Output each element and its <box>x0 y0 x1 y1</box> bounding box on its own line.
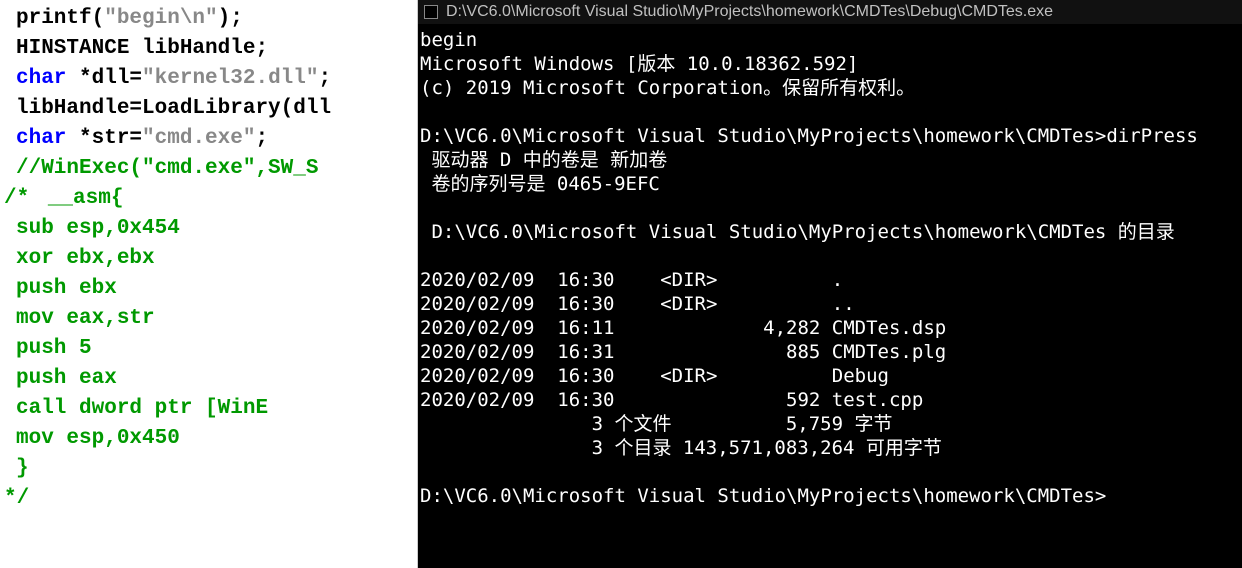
code-line[interactable]: libHandle=LoadLibrary(dll <box>16 94 417 124</box>
code-text: libHandle=LoadLibrary(dll <box>16 97 331 120</box>
code-line[interactable]: mov esp,0x450 <box>16 424 417 454</box>
code-line[interactable]: push ebx <box>16 274 417 304</box>
code-line[interactable]: call dword ptr [WinE <box>16 394 417 424</box>
code-line[interactable]: push eax <box>16 364 417 394</box>
code-text: printf( <box>16 7 104 30</box>
code-line[interactable]: char *dll="kernel32.dll"; <box>16 64 417 94</box>
code-text: ; <box>255 127 268 150</box>
comment-text: sub esp,0x454 <box>16 217 180 240</box>
comment-text: call dword ptr [WinE <box>16 397 268 420</box>
comment-marker: /* <box>4 184 29 214</box>
console-window: D:\VC6.0\Microsoft Visual Studio\MyProje… <box>418 0 1242 568</box>
comment-text: } <box>16 457 29 480</box>
comment-text: xor ebx,ebx <box>16 247 155 270</box>
code-line[interactable]: printf("begin\n"); <box>16 4 417 34</box>
comment-marker: */ <box>4 484 29 514</box>
code-line[interactable]: */ <box>16 484 417 514</box>
comment-text: push 5 <box>16 337 92 360</box>
code-line[interactable]: char *str="cmd.exe"; <box>16 124 417 154</box>
comment-text: push eax <box>16 367 117 390</box>
code-text: *dll= <box>66 67 142 90</box>
code-line[interactable]: mov eax,str <box>16 304 417 334</box>
code-line[interactable]: sub esp,0x454 <box>16 214 417 244</box>
string-literal: "cmd.exe" <box>142 127 255 150</box>
code-line[interactable]: HINSTANCE libHandle; <box>16 34 417 64</box>
keyword: char <box>16 127 66 150</box>
console-output[interactable]: begin Microsoft Windows [版本 10.0.18362.5… <box>418 24 1242 568</box>
code-line[interactable]: } <box>16 454 417 484</box>
string-literal: "begin\n" <box>104 7 217 30</box>
console-title-text: D:\VC6.0\Microsoft Visual Studio\MyProje… <box>446 3 1053 21</box>
comment-text: mov esp,0x450 <box>16 427 180 450</box>
console-titlebar[interactable]: D:\VC6.0\Microsoft Visual Studio\MyProje… <box>418 0 1242 24</box>
code-line[interactable]: xor ebx,ebx <box>16 244 417 274</box>
comment-text: push ebx <box>16 277 117 300</box>
code-text: HINSTANCE libHandle; <box>16 37 268 60</box>
code-line[interactable]: /* __asm{ <box>16 184 417 214</box>
code-text: ; <box>318 67 331 90</box>
comment-text: __asm{ <box>35 187 123 210</box>
code-text: *str= <box>66 127 142 150</box>
string-literal: "kernel32.dll" <box>142 67 318 90</box>
comment-text: mov eax,str <box>16 307 155 330</box>
code-editor-panel[interactable]: printf("begin\n"); HINSTANCE libHandle; … <box>0 0 418 568</box>
code-text: ); <box>218 7 243 30</box>
console-app-icon <box>424 5 438 19</box>
code-line[interactable]: //WinExec("cmd.exe",SW_S <box>16 154 417 184</box>
keyword: char <box>16 67 66 90</box>
code-line[interactable]: push 5 <box>16 334 417 364</box>
comment-text: //WinExec("cmd.exe",SW_S <box>16 157 318 180</box>
